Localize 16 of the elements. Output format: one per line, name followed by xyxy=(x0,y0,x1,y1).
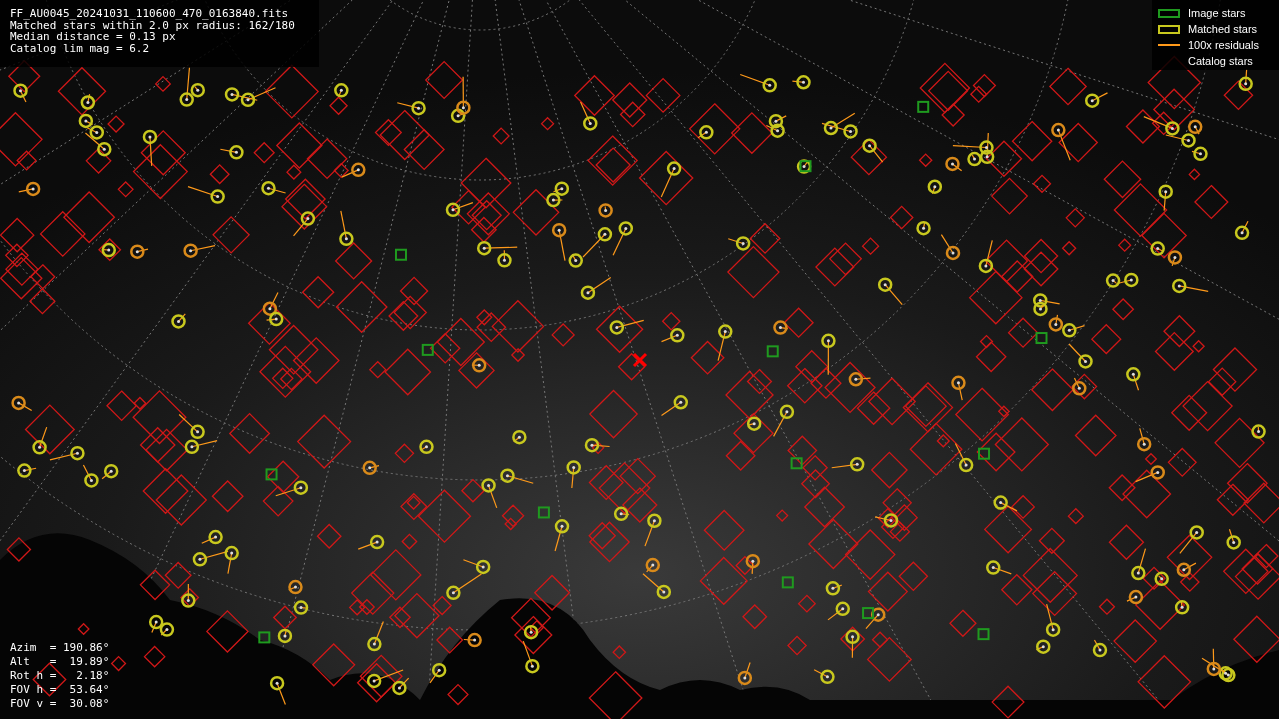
pointing-text: Alt = 19.89° xyxy=(10,655,110,669)
pointing-text: FOV h = 53.64° xyxy=(10,683,110,697)
image-star-swatch-icon xyxy=(1158,8,1180,18)
info-text: Catalog lim mag = 6.2 xyxy=(10,42,151,54)
legend-label: 100x residuals xyxy=(1188,38,1259,52)
info-text: FF_AU0045_20241031_110600_470_0163840.fits xyxy=(10,8,290,20)
pointing-text: Azim = 190.86° xyxy=(10,641,110,655)
residual-line-icon xyxy=(1158,44,1180,46)
legend-label: Matched stars xyxy=(1188,22,1258,36)
legend-label: Catalog stars xyxy=(1188,54,1253,68)
info-text: Matched stars within 2.0 px radius: 162/180 xyxy=(10,19,296,31)
pointing-text: FOV v = 30.08° xyxy=(10,697,110,711)
info-text: Median distance = 0.13 px xyxy=(10,31,176,43)
pointing-text: Rot h = 2.18° xyxy=(10,669,110,683)
matched-star-swatch-icon xyxy=(1158,24,1180,34)
legend-label: Image stars xyxy=(1188,6,1246,20)
